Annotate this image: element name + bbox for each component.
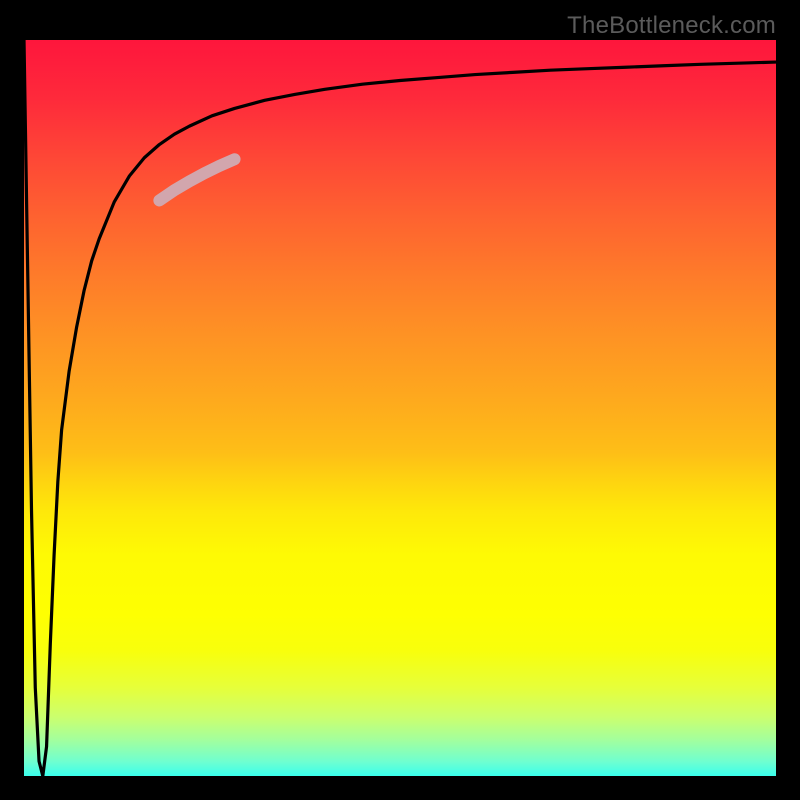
plot-area [24,40,776,776]
watermark-label: TheBottleneck.com [567,12,776,40]
highlight-segment [159,159,234,200]
curve-layer [24,40,776,776]
bottleneck-curve [24,40,776,776]
chart-frame: TheBottleneck.com [0,0,800,800]
